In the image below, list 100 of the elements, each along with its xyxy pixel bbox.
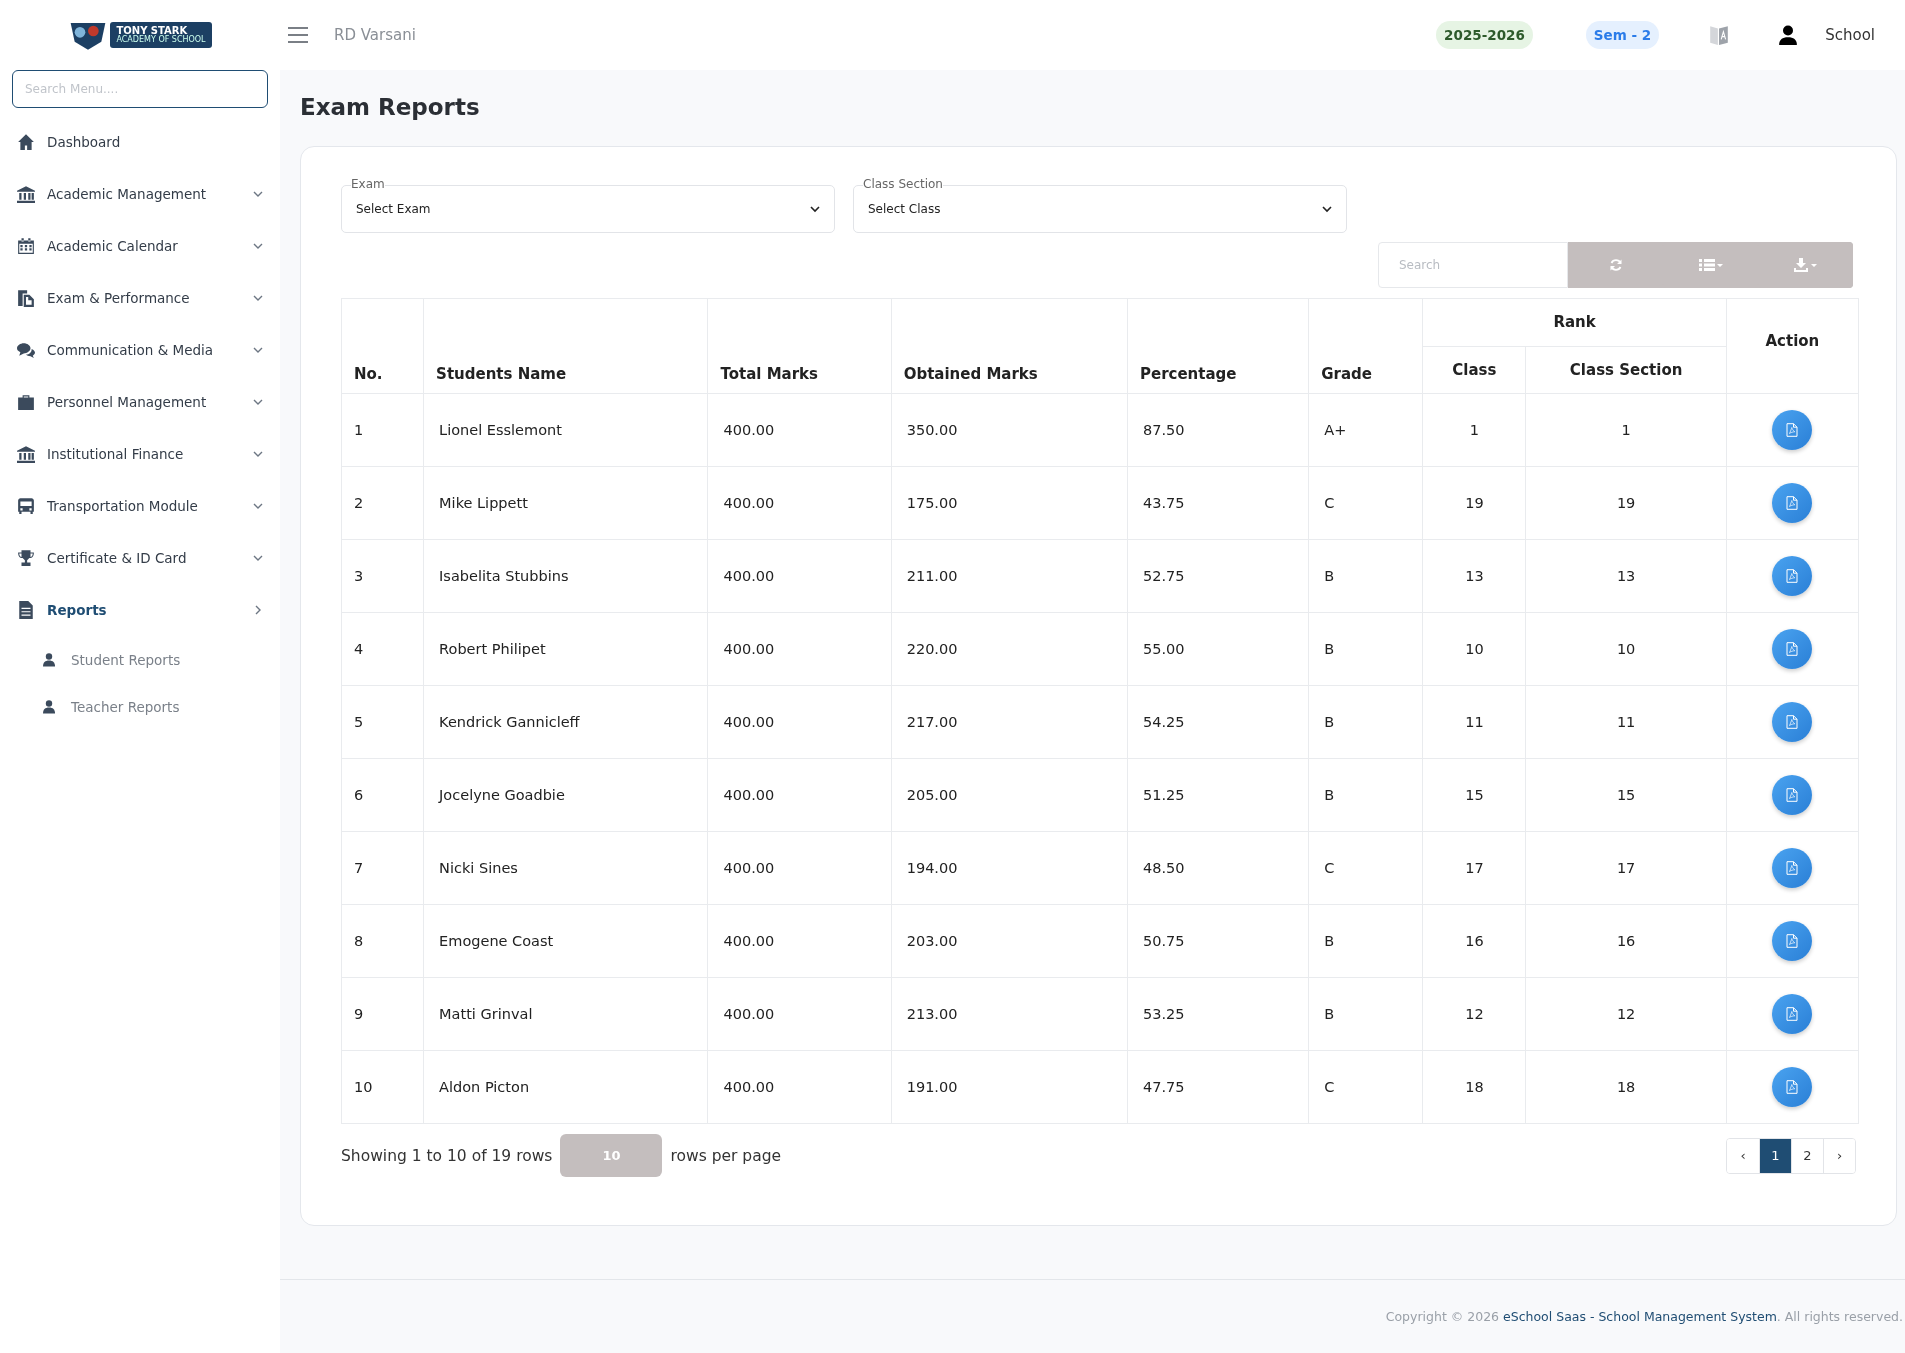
sidebar-subitem[interactable]: Teacher Reports [0, 683, 280, 730]
footer-link[interactable]: eSchool Saas - School Management System [1503, 1309, 1777, 1324]
chevron-down-icon [1322, 204, 1332, 214]
table-cell: C [1308, 1050, 1423, 1124]
page-title: Exam Reports [300, 94, 481, 120]
sidebar-item[interactable]: Personnel Management [0, 376, 280, 428]
table-cell: B [1308, 612, 1423, 686]
table-cell: 87.50 [1127, 393, 1309, 467]
sidebar-item[interactable]: Reports [0, 584, 280, 636]
table-cell: 12 [1526, 977, 1727, 1051]
table-cell: 11 [1422, 685, 1526, 759]
sidebar-item[interactable]: Exam & Performance [0, 272, 280, 324]
table-cell: 400.00 [707, 904, 892, 978]
bank-icon [17, 185, 35, 203]
document-icon [1786, 569, 1799, 583]
pdf-report-button[interactable] [1772, 994, 1813, 1034]
pdf-report-button[interactable] [1772, 556, 1813, 596]
sidebar-item[interactable]: Certificate & ID Card [0, 532, 280, 584]
table-cell: 18 [1422, 1050, 1526, 1124]
table-cell: 4 [341, 612, 424, 686]
pdf-report-button[interactable] [1772, 629, 1813, 669]
table-cell: Emogene Coast [423, 904, 708, 978]
table-cell: 1 [1526, 393, 1727, 467]
table-cell: 400.00 [707, 685, 892, 759]
chevron-down-icon [810, 204, 820, 214]
pdf-report-button[interactable] [1772, 483, 1813, 523]
table-cell: 6 [341, 758, 424, 832]
pdf-report-button[interactable] [1772, 775, 1813, 815]
table-cell: B [1308, 685, 1423, 759]
table-cell: 13 [1422, 539, 1526, 613]
table-cell: 2 [341, 466, 424, 540]
session-badge: 2025-2026 [1436, 21, 1533, 49]
pdf-report-button[interactable] [1772, 848, 1813, 888]
table-cell: 13 [1526, 539, 1727, 613]
table-cell: 54.25 [1127, 685, 1309, 759]
column-header: Total Marks [707, 298, 892, 394]
table-cell: 400.00 [707, 539, 892, 613]
user-icon[interactable] [1779, 25, 1798, 45]
briefcase-icon [17, 393, 35, 411]
table-cell: 10 [1422, 612, 1526, 686]
sidebar-item[interactable]: Dashboard [0, 116, 280, 168]
menu-icon[interactable] [288, 27, 308, 43]
table-cell: 191.00 [891, 1050, 1128, 1124]
pdf-report-button[interactable] [1772, 410, 1813, 450]
filter-label: Class Section [863, 177, 943, 191]
sidebar-subitem[interactable]: Student Reports [0, 636, 280, 683]
table-cell: 5 [341, 685, 424, 759]
next-page-button[interactable]: › [1823, 1138, 1855, 1173]
table-cell: C [1308, 466, 1423, 540]
column-header: Grade [1308, 298, 1423, 394]
table-cell: 19 [1526, 466, 1727, 540]
table-cell: 10 [341, 1050, 424, 1124]
menu-search-field[interactable]: Search Menu.... [12, 70, 268, 108]
table-cell: 7 [341, 831, 424, 905]
table-cell: 9 [341, 977, 424, 1051]
table-cell: 8 [341, 904, 424, 978]
table-cell: 211.00 [891, 539, 1128, 613]
table-cell: 350.00 [891, 393, 1128, 467]
table-cell: B [1308, 977, 1423, 1051]
filter-label: Exam [351, 177, 385, 191]
table-cell: B [1308, 539, 1423, 613]
school-logo[interactable]: TONY STARK ACADEMY OF SCHOOL [0, 0, 280, 70]
pdf-report-button[interactable] [1772, 921, 1813, 961]
column-header: Obtained Marks [891, 298, 1128, 394]
sidebar-item[interactable]: Communication & Media [0, 324, 280, 376]
semester-badge: Sem - 2 [1585, 21, 1660, 49]
table-cell: C [1308, 831, 1423, 905]
pagination-summary: Showing 1 to 10 of 19 rows [341, 1146, 553, 1165]
sidebar-item[interactable]: Academic Management [0, 168, 280, 220]
column-header: Percentage [1127, 298, 1309, 394]
table-cell: 19 [1422, 466, 1526, 540]
document-icon [1786, 861, 1799, 875]
sidebar-item[interactable]: Transportation Module [0, 480, 280, 532]
table-cell: Robert Philipet [423, 612, 708, 686]
person-icon [43, 652, 55, 667]
document-icon [1786, 642, 1799, 656]
translate-icon[interactable] [1709, 24, 1730, 46]
table-cell: 17 [1422, 831, 1526, 905]
column-header: Class [1422, 346, 1526, 394]
document-icon [1786, 715, 1799, 729]
column-header: No. [341, 298, 424, 394]
table-cell: 47.75 [1127, 1050, 1309, 1124]
column-header: Students Name [423, 298, 708, 394]
table-cell: 18 [1526, 1050, 1727, 1124]
document-icon [1786, 1007, 1799, 1021]
table-cell: 400.00 [707, 393, 892, 467]
table-search-field[interactable]: Search [1378, 242, 1568, 288]
table-cell: 400.00 [707, 831, 892, 905]
sidebar-item[interactable]: Academic Calendar [0, 220, 280, 272]
user-name[interactable]: School [1825, 26, 1875, 44]
person-icon [43, 699, 55, 714]
pdf-report-button[interactable] [1772, 1067, 1813, 1107]
table-cell: 400.00 [707, 758, 892, 832]
table-cell: 400.00 [707, 977, 892, 1051]
pdf-report-button[interactable] [1772, 702, 1813, 742]
sidebar-item[interactable]: Institutional Finance [0, 428, 280, 480]
table-cell: 43.75 [1127, 466, 1309, 540]
table-cell: 55.00 [1127, 612, 1309, 686]
table-cell: 48.50 [1127, 831, 1309, 905]
page-button[interactable]: 1 [1759, 1138, 1791, 1173]
